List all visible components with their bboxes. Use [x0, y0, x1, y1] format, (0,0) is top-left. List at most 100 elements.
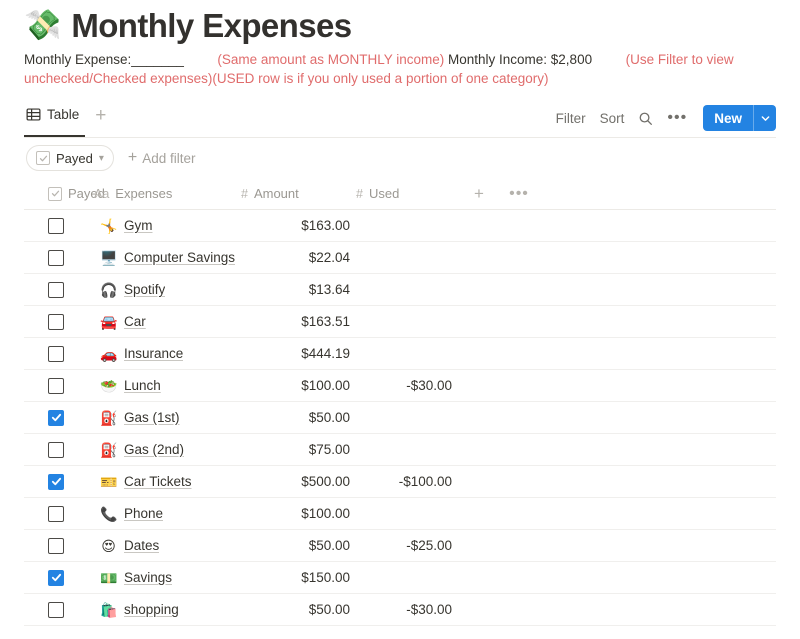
row-amount-cell[interactable]: $444.19	[239, 346, 354, 361]
row-used-cell[interactable]: -$100.00	[354, 474, 459, 489]
table-options-icon[interactable]: •••	[499, 185, 539, 201]
row-payed-cell[interactable]	[24, 281, 64, 298]
add-filter-button[interactable]: + Add filter	[128, 150, 196, 166]
column-header-payed[interactable]: Payed	[24, 186, 105, 201]
payed-checkbox[interactable]	[48, 281, 64, 298]
row-payed-cell[interactable]	[24, 473, 64, 490]
row-amount-cell[interactable]: $50.00	[239, 538, 354, 553]
row-used-cell[interactable]: -$30.00	[354, 378, 459, 393]
add-view-button[interactable]: +	[93, 106, 110, 131]
row-name-label[interactable]: shopping	[124, 602, 179, 617]
row-payed-cell[interactable]	[24, 441, 64, 458]
row-payed-cell[interactable]	[24, 569, 64, 586]
table-row[interactable]: 🚗 Insurance $444.19	[24, 338, 776, 370]
row-name-cell[interactable]: 🎧 Spotify	[64, 282, 239, 297]
row-payed-cell[interactable]	[24, 377, 64, 394]
chevron-down-icon[interactable]	[753, 105, 776, 131]
row-name-cell[interactable]: 🚘 Car	[64, 314, 239, 329]
table-row[interactable]: 😍 Dates $50.00 -$25.00	[24, 530, 776, 562]
row-name-cell[interactable]: ⛽ Gas (1st)	[64, 410, 239, 425]
payed-checkbox[interactable]	[48, 217, 64, 234]
table-row[interactable]: 🎧 Spotify $13.64	[24, 274, 776, 306]
row-name-label[interactable]: Car	[124, 314, 146, 329]
filter-button[interactable]: Filter	[556, 111, 586, 126]
row-name-cell[interactable]: 💵 Savings	[64, 570, 239, 585]
row-name-label[interactable]: Dates	[124, 538, 159, 553]
row-used-cell[interactable]: -$30.00	[354, 602, 459, 617]
row-amount-cell[interactable]: $500.00	[239, 474, 354, 489]
row-name-cell[interactable]: 🛍️ shopping	[64, 602, 239, 617]
row-name-cell[interactable]: ⛽ Gas (2nd)	[64, 442, 239, 457]
payed-checkbox[interactable]	[48, 377, 64, 394]
payed-checkbox[interactable]	[48, 313, 64, 330]
row-name-label[interactable]: Car Tickets	[124, 474, 192, 489]
payed-checkbox[interactable]	[48, 601, 64, 618]
row-amount-cell[interactable]: $13.64	[239, 282, 354, 297]
row-name-cell[interactable]: 🖥️ Computer Savings	[64, 250, 239, 265]
row-payed-cell[interactable]	[24, 537, 64, 554]
row-name-label[interactable]: Lunch	[124, 378, 161, 393]
row-amount-cell[interactable]: $100.00	[239, 378, 354, 393]
payed-checkbox[interactable]	[48, 569, 64, 586]
table-row[interactable]: 🤸 Gym $163.00	[24, 210, 776, 242]
table-row[interactable]: ⛽ Gas (2nd) $75.00	[24, 434, 776, 466]
row-name-label[interactable]: Gas (1st)	[124, 410, 180, 425]
page-description[interactable]: Monthly Expense:_______ (Same amount as …	[24, 46, 776, 88]
row-payed-cell[interactable]	[24, 249, 64, 266]
tab-table[interactable]: Table	[24, 100, 86, 137]
ellipsis-icon[interactable]: •••	[667, 110, 687, 126]
row-payed-cell[interactable]	[24, 345, 64, 362]
row-payed-cell[interactable]	[24, 505, 64, 522]
search-icon[interactable]	[638, 111, 653, 126]
table-row[interactable]: 🚘 Car $163.51	[24, 306, 776, 338]
row-name-cell[interactable]: 😍 Dates	[64, 538, 239, 553]
row-name-label[interactable]: Gym	[124, 218, 153, 233]
payed-checkbox[interactable]	[48, 441, 64, 458]
row-name-label[interactable]: Phone	[124, 506, 163, 521]
row-name-cell[interactable]: 🥗 Lunch	[64, 378, 239, 393]
payed-checkbox[interactable]	[48, 409, 64, 426]
row-name-cell[interactable]: 🤸 Gym	[64, 218, 239, 233]
sort-button[interactable]: Sort	[600, 111, 625, 126]
row-payed-cell[interactable]	[24, 217, 64, 234]
row-name-label[interactable]: Spotify	[124, 282, 165, 297]
column-header-expenses[interactable]: Aa Expenses	[64, 186, 239, 201]
row-name-cell[interactable]: 🚗 Insurance	[64, 346, 239, 361]
table-row[interactable]: 🎫 Car Tickets $500.00 -$100.00	[24, 466, 776, 498]
table-row[interactable]: 🛍️ shopping $50.00 -$30.00	[24, 594, 776, 626]
table-row[interactable]: 🖥️ Computer Savings $22.04	[24, 242, 776, 274]
table-row[interactable]: 💵 Savings $150.00	[24, 562, 776, 594]
row-amount-cell[interactable]: $22.04	[239, 250, 354, 265]
row-amount-cell[interactable]: $100.00	[239, 506, 354, 521]
new-button[interactable]: New	[703, 105, 753, 131]
column-header-amount[interactable]: # Amount	[239, 186, 354, 201]
table-row[interactable]: ⛽ Gas (1st) $50.00	[24, 402, 776, 434]
row-amount-cell[interactable]: $163.51	[239, 314, 354, 329]
row-name-label[interactable]: Gas (2nd)	[124, 442, 184, 457]
payed-checkbox[interactable]	[48, 505, 64, 522]
table-row[interactable]: 🥗 Lunch $100.00 -$30.00	[24, 370, 776, 402]
row-name-label[interactable]: Savings	[124, 570, 172, 585]
payed-checkbox[interactable]	[48, 473, 64, 490]
row-name-cell[interactable]: 🎫 Car Tickets	[64, 474, 239, 489]
row-name-label[interactable]: Computer Savings	[124, 250, 235, 265]
add-column-button[interactable]: +	[459, 184, 499, 204]
row-used-cell[interactable]: -$25.00	[354, 538, 459, 553]
row-amount-cell[interactable]: $50.00	[239, 602, 354, 617]
payed-checkbox[interactable]	[48, 345, 64, 362]
payed-checkbox[interactable]	[48, 537, 64, 554]
row-payed-cell[interactable]	[24, 409, 64, 426]
column-header-amount-label: Amount	[253, 186, 299, 201]
row-payed-cell[interactable]	[24, 313, 64, 330]
row-payed-cell[interactable]	[24, 601, 64, 618]
payed-checkbox[interactable]	[48, 249, 64, 266]
row-amount-cell[interactable]: $75.00	[239, 442, 354, 457]
row-name-label[interactable]: Insurance	[124, 346, 183, 361]
row-amount-cell[interactable]: $150.00	[239, 570, 354, 585]
row-name-cell[interactable]: 📞 Phone	[64, 506, 239, 521]
row-amount-cell[interactable]: $163.00	[239, 218, 354, 233]
column-header-used[interactable]: # Used	[354, 186, 459, 201]
table-row[interactable]: 📞 Phone $100.00	[24, 498, 776, 530]
row-amount-cell[interactable]: $50.00	[239, 410, 354, 425]
filter-chip-payed[interactable]: Payed ▾	[26, 145, 114, 171]
